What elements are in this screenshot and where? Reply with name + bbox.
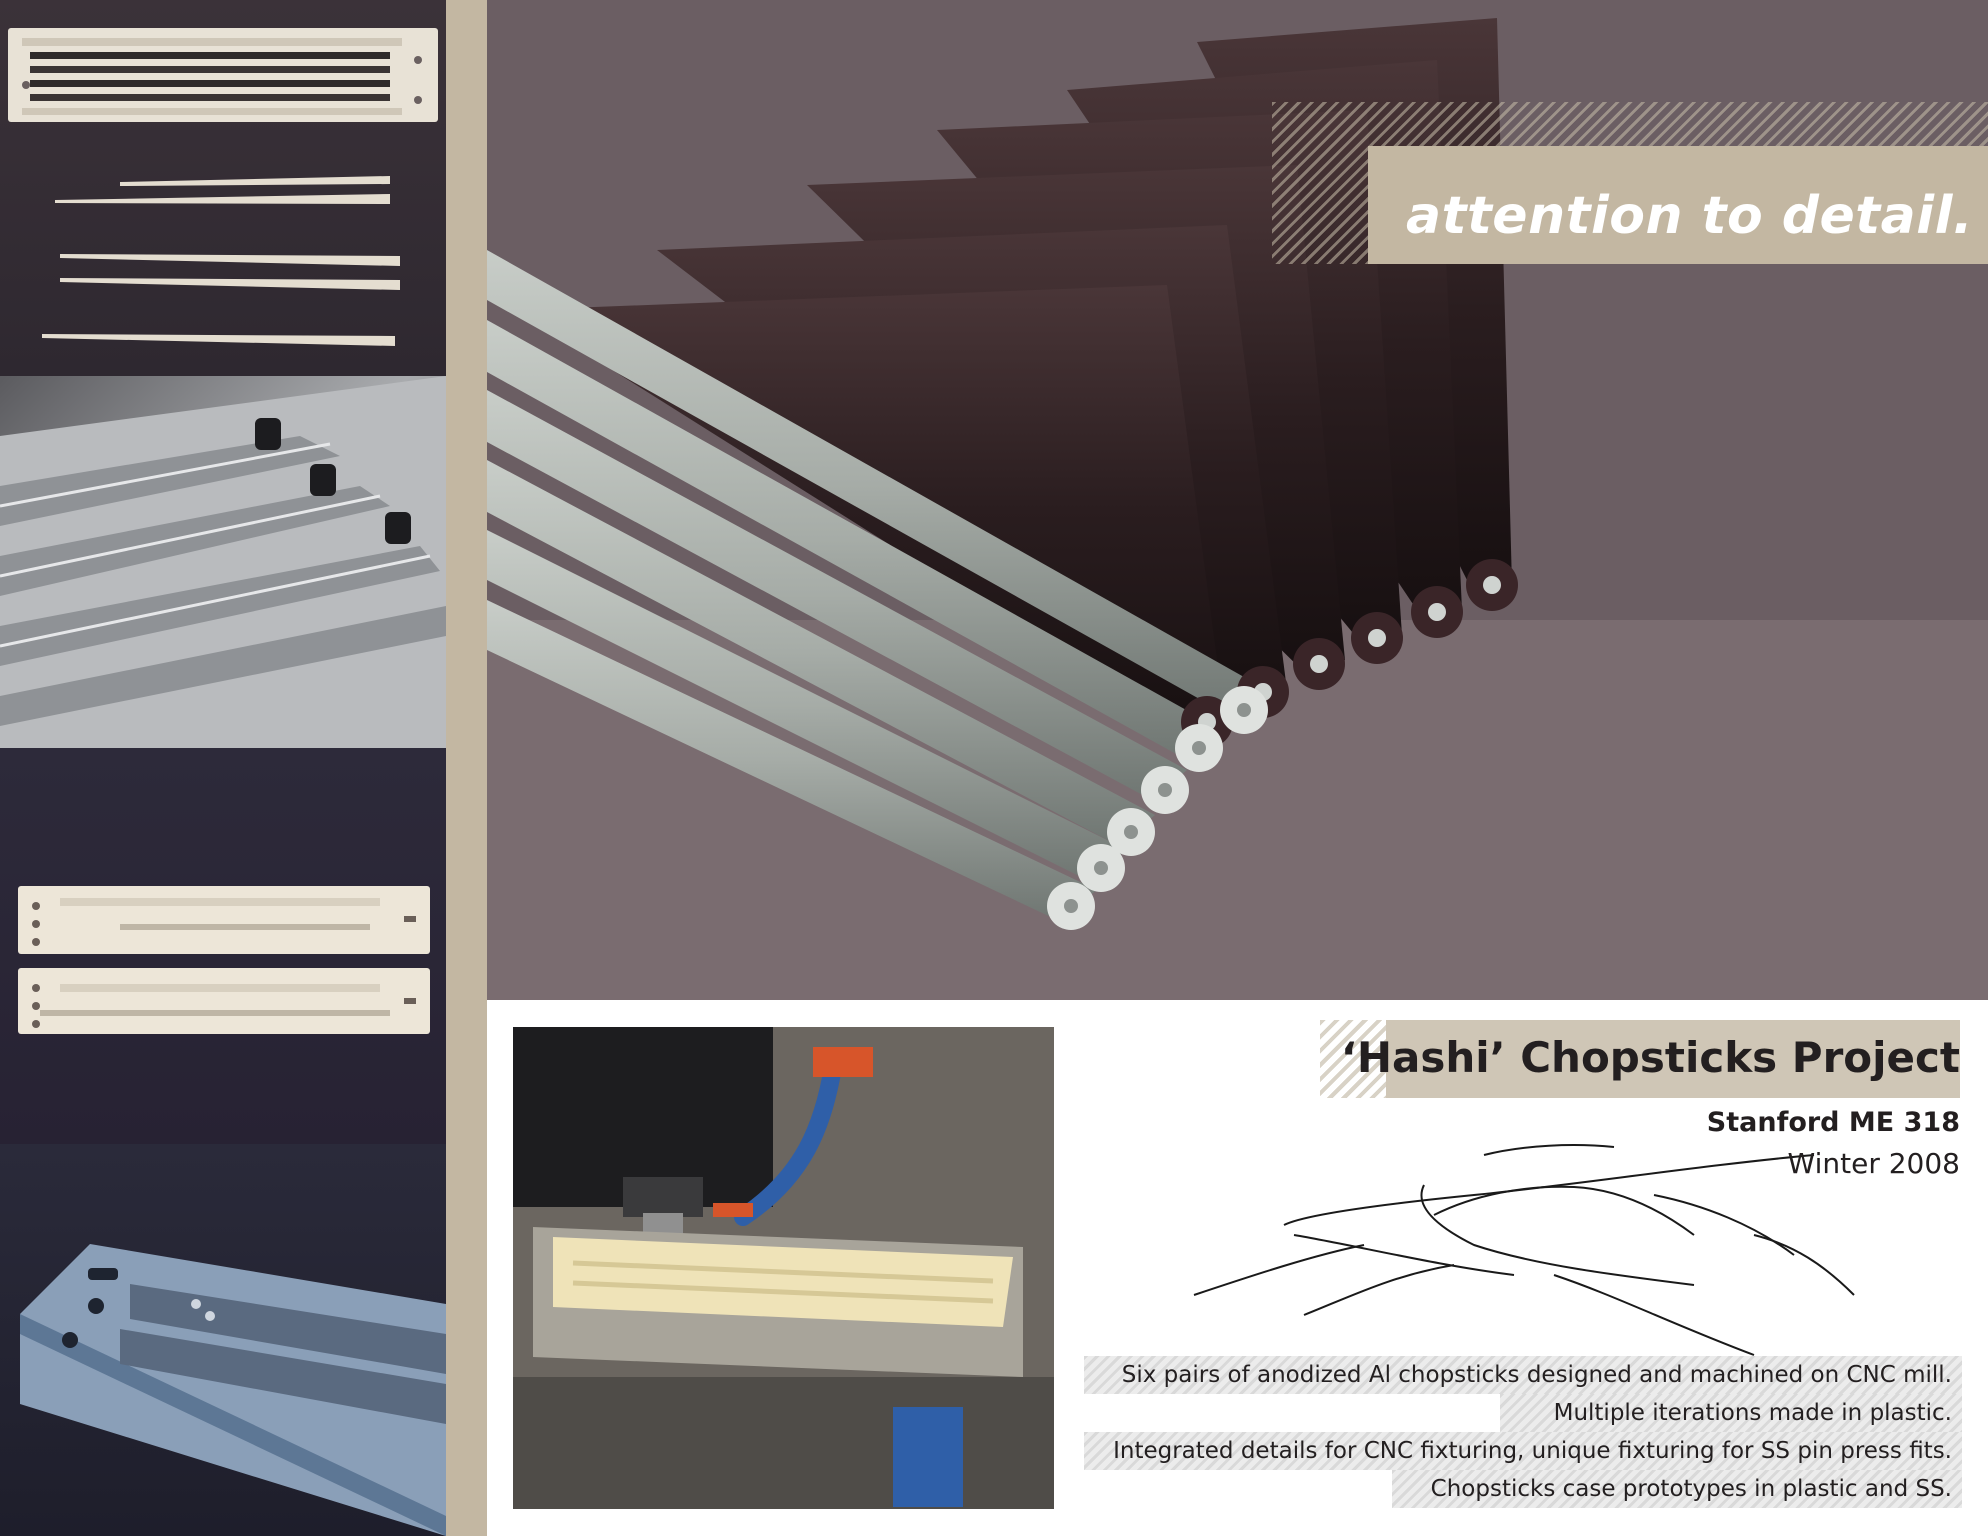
course-name: Stanford ME 318 (1706, 1107, 1960, 1138)
term-label: Winter 2008 (1787, 1147, 1960, 1180)
description-line: Chopsticks case prototypes in plastic an… (1430, 1476, 1952, 1502)
description-line: Six pairs of anodized Al chopsticks desi… (1121, 1362, 1952, 1388)
plastic-chopsticks-photo (0, 0, 446, 376)
steel-case-photo (0, 1144, 446, 1536)
plastic-case-photo (0, 748, 446, 1144)
project-title: ‘Hashi’ Chopsticks Project (1340, 1033, 1960, 1082)
tan-divider-strip (446, 0, 487, 1536)
tagline-text: attention to detail. (1406, 186, 1974, 246)
description-line: Multiple iterations made in plastic. (1553, 1400, 1952, 1426)
hand-sketch (1054, 1095, 1964, 1395)
cnc-milling-photo (513, 1027, 1054, 1509)
prototype-photo-column (0, 0, 446, 1536)
description-line: Integrated details for CNC fixturing, un… (1113, 1438, 1952, 1464)
aluminum-fixture-photo (0, 376, 446, 748)
